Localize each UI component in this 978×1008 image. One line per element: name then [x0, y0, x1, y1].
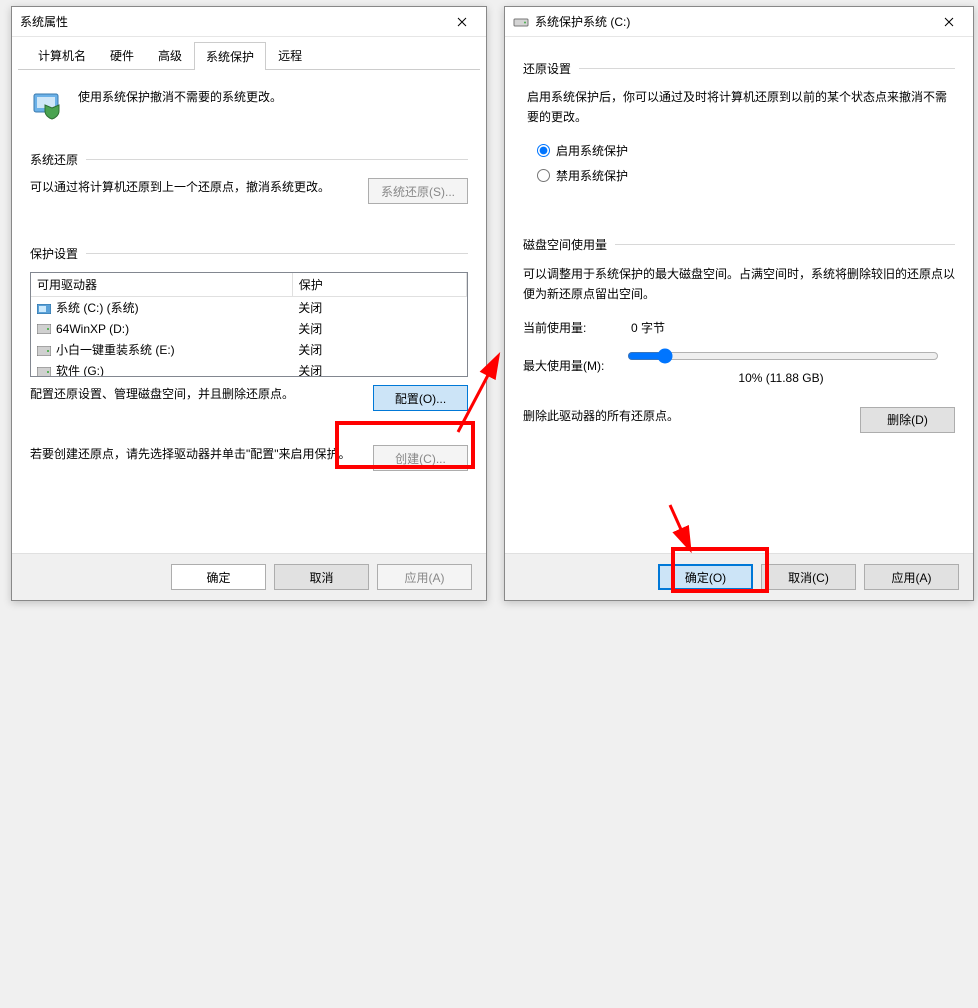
create-button: 创建(C)...: [373, 445, 468, 471]
enable-protection-radio[interactable]: 启用系统保护: [537, 142, 955, 159]
tab-system-protection[interactable]: 系统保护: [194, 42, 266, 70]
tab-body: 使用系统保护撤消不需要的系统更改。 系统还原 可以通过将计算机还原到上一个还原点…: [12, 70, 486, 493]
apply-button[interactable]: 应用(A): [864, 564, 959, 590]
max-usage-slider[interactable]: [627, 348, 939, 364]
table-row[interactable]: 软件 (G:) 关闭: [31, 360, 467, 376]
close-button[interactable]: [442, 8, 482, 36]
close-button[interactable]: [929, 8, 969, 36]
close-icon: [457, 17, 467, 27]
drive-state: 关闭: [292, 297, 466, 319]
window-title: 系统保护系统 (C:): [535, 13, 929, 30]
table-row[interactable]: 小白一键重装系统 (E:) 关闭: [31, 339, 467, 360]
drive-state: 关闭: [292, 360, 466, 376]
close-icon: [944, 17, 954, 27]
delete-button[interactable]: 删除(D): [860, 407, 955, 433]
ok-button[interactable]: 确定(O): [658, 564, 753, 590]
disable-protection-radio[interactable]: 禁用系统保护: [537, 167, 955, 184]
system-properties-window: 系统属性 计算机名 硬件 高级 系统保护 远程 使用系统保护撤消不需要的系统更改…: [11, 6, 487, 601]
tab-advanced[interactable]: 高级: [146, 41, 194, 69]
intro-text: 使用系统保护撤消不需要的系统更改。: [78, 88, 282, 105]
delete-desc: 删除此驱动器的所有还原点。: [523, 407, 850, 426]
col-drive: 可用驱动器: [31, 273, 292, 297]
cancel-button[interactable]: 取消: [274, 564, 369, 590]
config-desc: 配置还原设置、管理磁盘空间，并且删除还原点。: [30, 385, 363, 404]
drive-icon: [513, 14, 529, 30]
drive-table[interactable]: 可用驱动器 保护 系统 (C:) (系统)关闭64WinXP (D:)关闭小白一…: [30, 272, 468, 377]
restore-desc: 启用系统保护后，你可以通过及时将计算机还原到以前的某个状态点来撤消不需要的更改。: [523, 87, 955, 134]
restore-heading: 系统还原: [30, 150, 468, 168]
protect-heading: 保护设置: [30, 244, 468, 262]
drive-name: 小白一键重装系统 (E:): [56, 343, 175, 357]
tab-remote[interactable]: 远程: [266, 41, 314, 69]
current-usage-label: 当前使用量:: [523, 319, 613, 336]
system-restore-button[interactable]: 系统还原(S)...: [368, 178, 468, 204]
titlebar: 系统属性: [12, 7, 486, 37]
config-body: 还原设置 启用系统保护后，你可以通过及时将计算机还原到以前的某个状态点来撤消不需…: [505, 37, 973, 455]
restore-settings-heading: 还原设置: [523, 59, 955, 77]
tab-computer-name[interactable]: 计算机名: [26, 41, 98, 69]
create-desc: 若要创建还原点，请先选择驱动器并单击"配置"来启用保护。: [30, 445, 363, 464]
max-usage-label: 最大使用量(M):: [523, 357, 613, 374]
slider-value-text: 10% (11.88 GB): [625, 371, 937, 385]
dialog-buttons: 确定 取消 应用(A): [12, 553, 486, 600]
table-row[interactable]: 64WinXP (D:) 关闭: [31, 318, 467, 339]
table-row[interactable]: 系统 (C:) (系统) 关闭: [31, 297, 467, 319]
cancel-button[interactable]: 取消(C): [761, 564, 856, 590]
intro: 使用系统保护撤消不需要的系统更改。: [30, 84, 468, 142]
drive-name: 软件 (G:): [56, 364, 104, 376]
disk-usage-heading: 磁盘空间使用量: [523, 236, 955, 254]
tab-hardware[interactable]: 硬件: [98, 41, 146, 69]
apply-button: 应用(A): [377, 564, 472, 590]
shield-monitor-icon: [30, 88, 66, 124]
drive-state: 关闭: [292, 318, 466, 339]
system-protection-config-window: 系统保护系统 (C:) 还原设置 启用系统保护后，你可以通过及时将计算机还原到以…: [504, 6, 974, 601]
ok-button[interactable]: 确定: [171, 564, 266, 590]
configure-button[interactable]: 配置(O)...: [373, 385, 468, 411]
col-state: 保护: [292, 273, 466, 297]
tab-bar: 计算机名 硬件 高级 系统保护 远程: [18, 37, 480, 70]
current-usage-value: 0 字节: [631, 319, 665, 336]
titlebar: 系统保护系统 (C:): [505, 7, 973, 37]
drive-name: 系统 (C:) (系统): [56, 301, 139, 315]
dialog-buttons: 确定(O) 取消(C) 应用(A): [505, 553, 973, 600]
disk-usage-desc: 可以调整用于系统保护的最大磁盘空间。占满空间时，系统将删除较旧的还原点以便为新还…: [523, 264, 955, 305]
drive-state: 关闭: [292, 339, 466, 360]
window-title: 系统属性: [20, 13, 442, 30]
restore-desc: 可以通过将计算机还原到上一个还原点，撤消系统更改。: [30, 178, 358, 197]
drive-name: 64WinXP (D:): [56, 322, 129, 336]
